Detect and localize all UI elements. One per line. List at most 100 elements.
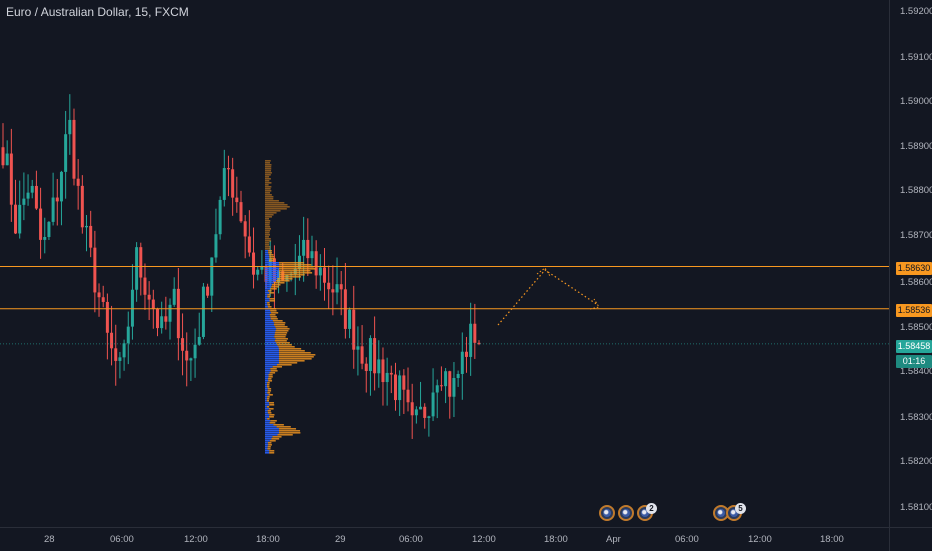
time-tick: 29	[335, 534, 346, 545]
volume-profile-bar	[265, 418, 268, 420]
volume-profile-bar	[279, 354, 316, 356]
volume-profile-bar	[265, 332, 275, 334]
volume-profile-bar	[265, 356, 279, 358]
volume-profile-bar	[267, 410, 271, 412]
volume-profile-bar	[274, 334, 287, 336]
projection-arrow-head	[536, 267, 551, 277]
volume-profile-bar	[265, 226, 271, 228]
volume-profile-bar	[277, 278, 293, 280]
candle-body	[89, 225, 93, 248]
volume-profile-bar	[279, 274, 305, 276]
volume-profile-bar	[271, 286, 279, 288]
candle-body	[135, 247, 139, 290]
price-tick: 1.59000	[900, 96, 932, 107]
volume-profile-bar	[269, 314, 276, 316]
volume-profile-bar	[276, 280, 290, 282]
time-tick: 12:00	[184, 534, 208, 545]
candle-body	[452, 377, 456, 397]
candle-body	[26, 192, 30, 199]
volume-profile-bar	[269, 256, 275, 258]
volume-profile-bar	[265, 420, 271, 422]
volume-profile-bar	[265, 204, 288, 206]
volume-profile-bar	[265, 278, 278, 280]
volume-profile-bar	[265, 368, 271, 370]
volume-profile-bar	[275, 326, 288, 328]
volume-profile-bar	[265, 370, 271, 372]
volume-profile-bar	[265, 268, 279, 270]
chart-canvas[interactable]	[0, 0, 932, 550]
candle-body	[176, 288, 180, 339]
volume-profile-bar	[265, 392, 268, 394]
time-tick: 18:00	[820, 534, 844, 545]
volume-profile-bar	[265, 374, 269, 376]
price-tick: 1.58800	[900, 185, 932, 196]
volume-profile-bar	[265, 188, 271, 190]
volume-profile-bar	[265, 180, 270, 182]
economic-event-marker[interactable]	[599, 505, 615, 521]
time-tick: 12:00	[472, 534, 496, 545]
volume-profile-bar	[265, 294, 268, 296]
volume-profile-bar	[267, 290, 272, 292]
volume-profile-bar	[265, 212, 277, 214]
volume-profile-bar	[265, 422, 270, 424]
volume-profile-bar	[265, 242, 270, 244]
volume-profile-bar	[265, 330, 276, 332]
volume-profile-bar	[267, 296, 270, 298]
volume-profile-bar	[265, 434, 278, 436]
volume-profile-bar	[265, 402, 270, 404]
candle-body	[43, 237, 47, 240]
candle-body	[193, 344, 197, 359]
volume-profile-bar	[270, 316, 277, 318]
volume-profile-bar	[269, 452, 275, 454]
candle-body	[34, 185, 38, 209]
volume-profile-bar	[265, 406, 267, 408]
candle-body	[155, 308, 159, 329]
volume-profile-bar	[265, 322, 275, 324]
time-tick: 28	[44, 534, 55, 545]
candle-body	[14, 204, 18, 234]
volume-profile-bar	[270, 420, 277, 422]
volume-profile-bar	[279, 362, 298, 364]
volume-profile-bar	[265, 170, 272, 172]
volume-profile-bar	[265, 432, 279, 434]
volume-profile-bar	[265, 280, 277, 282]
volume-profile-bar	[276, 364, 292, 366]
candle-body	[93, 247, 97, 293]
volume-profile-bar	[269, 372, 276, 374]
volume-profile-bar	[265, 172, 272, 174]
volume-profile-bar	[268, 374, 273, 376]
candle-body	[302, 239, 306, 256]
volume-profile-bar	[265, 178, 271, 180]
last-price-tag: 1.58458	[896, 340, 932, 353]
candle-body	[181, 338, 185, 351]
volume-profile-bar	[270, 368, 277, 370]
volume-profile-bar	[265, 334, 275, 336]
candle-body	[185, 350, 189, 361]
price-tick: 1.58200	[900, 456, 932, 467]
candle-body	[406, 389, 410, 403]
volume-profile-bar	[265, 366, 273, 368]
volume-profile-bar	[265, 372, 270, 374]
volume-profile-bar	[269, 422, 276, 424]
volume-profile-bar	[265, 286, 272, 288]
economic-event-marker[interactable]	[618, 505, 634, 521]
candle-body	[456, 373, 460, 378]
volume-profile-bar	[265, 384, 267, 386]
volume-profile-bar	[265, 412, 268, 414]
volume-profile-bar	[265, 264, 279, 266]
volume-profile-bar	[265, 314, 270, 316]
chart-root[interactable]: Euro / Australian Dollar, 15, FXCM 1.592…	[0, 0, 932, 551]
volume-profile-bar	[265, 256, 270, 258]
candle-body	[464, 351, 468, 357]
volume-profile-bar	[265, 320, 273, 322]
volume-profile-bar	[265, 304, 268, 306]
volume-profile-bar	[267, 448, 271, 450]
volume-profile-bar	[279, 350, 305, 352]
volume-profile-bar	[265, 364, 277, 366]
candle-body	[1, 147, 5, 166]
volume-profile-bar	[267, 388, 272, 390]
volume-profile-bar	[269, 298, 275, 300]
volume-profile-bar	[265, 398, 267, 400]
volume-profile-bar	[265, 292, 270, 294]
candle-body	[55, 197, 59, 202]
